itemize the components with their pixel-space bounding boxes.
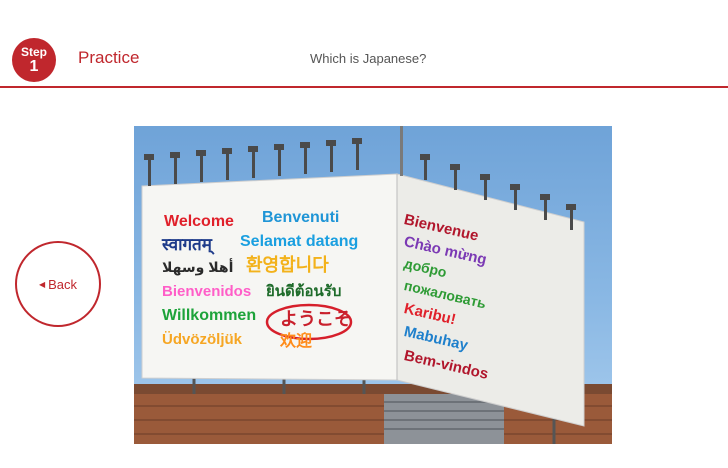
step-header: Step 1 Practice Which is Japanese? [0,0,728,88]
page-title: Practice [78,48,140,67]
step-badge: Step 1 [12,38,56,82]
billboard-word: Selamat datang [240,233,359,250]
billboard-word: Welcome [164,213,234,230]
back-button[interactable]: ◀ Back [15,241,101,327]
billboard-photo: Welcome Benvenuti स्वागतम् Selamat datan… [134,126,612,444]
billboard-word: Willkommen [162,307,257,324]
billboard-word: أهلا وسهلا [162,259,234,275]
back-arrow-icon: ◀ [38,279,46,289]
billboard-word: Üdvözöljük [162,331,243,348]
billboard-word: Benvenuti [262,209,340,226]
question-text: Which is Japanese? [310,51,427,66]
billboard-word: Bienvenidos [162,283,252,300]
billboard-left-panel [141,173,398,381]
billboard-word: 환영합니다 [246,255,329,275]
step-word: Step [20,44,47,59]
step-number: 1 [29,57,39,75]
billboard-word: स्वागतम् [162,235,212,254]
back-button-label: Back [48,276,78,292]
japanese-word: ようこそ [280,309,352,329]
billboard-word: 欢迎 [280,333,313,350]
billboard-word: ยินดีต้อนรับ [266,283,342,300]
billboard-pole [400,126,403,176]
header-divider [0,86,728,88]
